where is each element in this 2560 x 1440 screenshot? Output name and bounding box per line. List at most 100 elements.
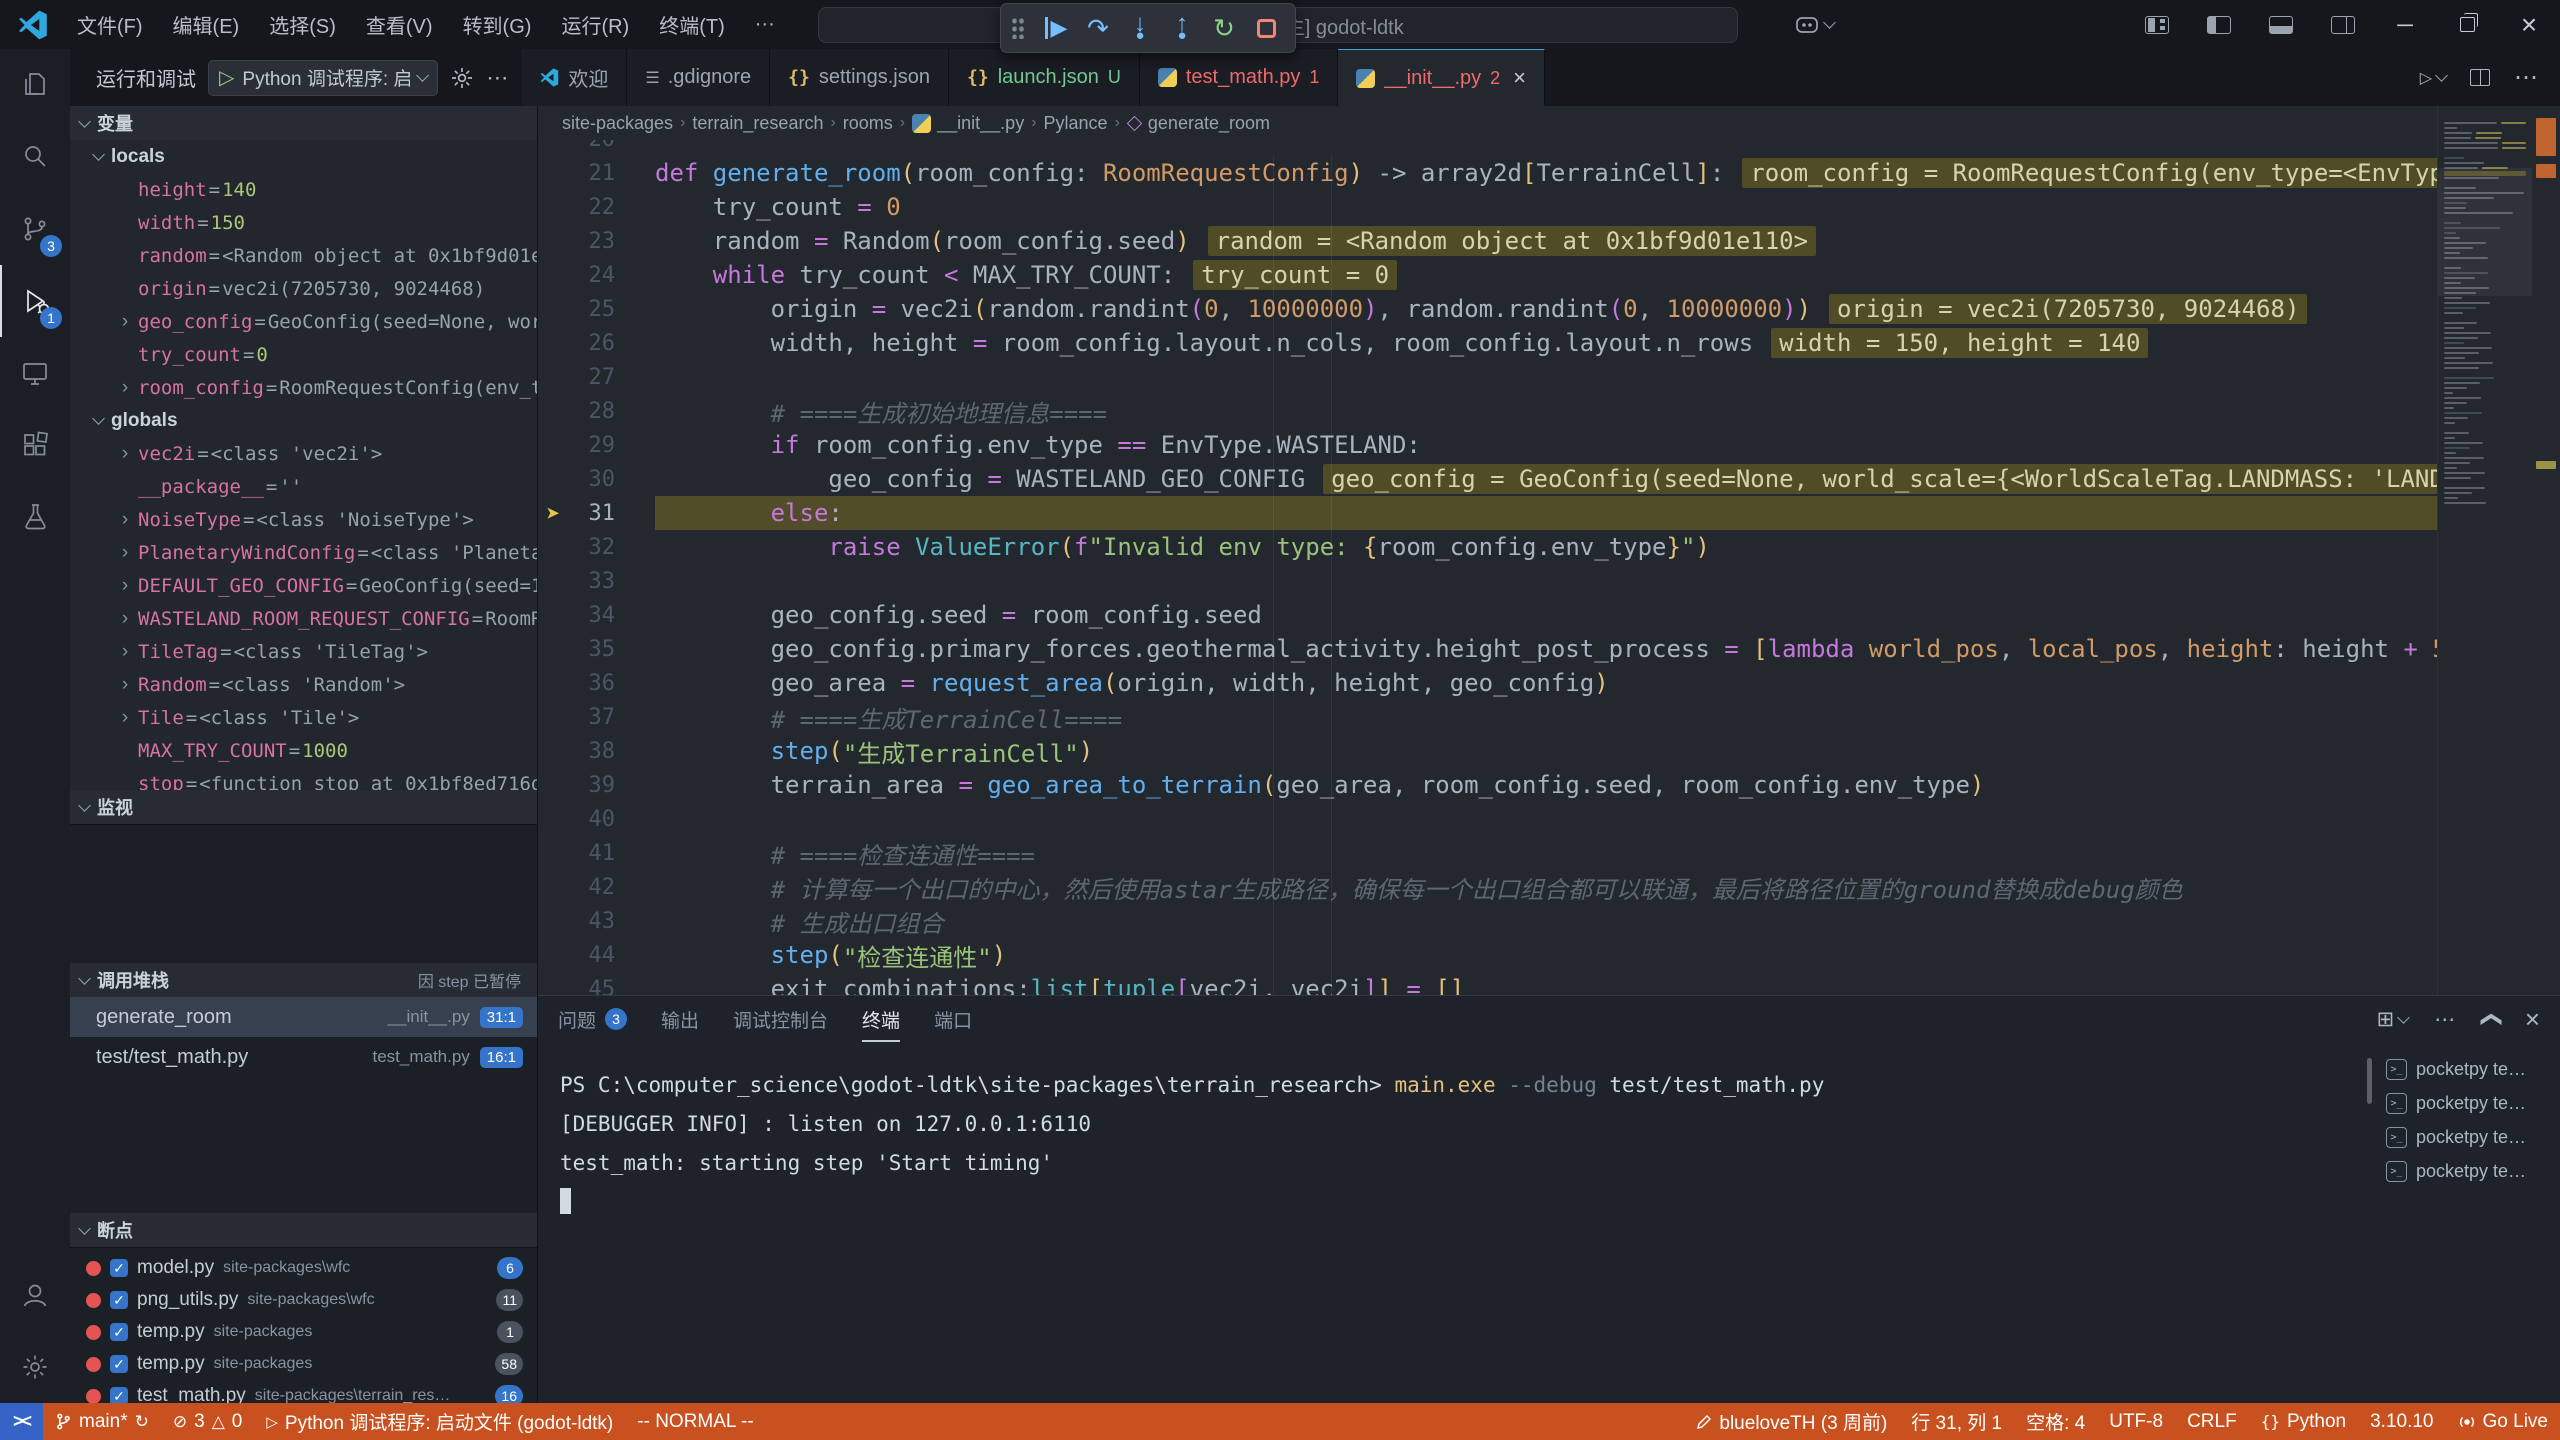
- code-line-37[interactable]: 37 # ====生成TerrainCell====: [538, 700, 2437, 734]
- split-editor-icon[interactable]: [2470, 69, 2490, 86]
- breadcrumb-item[interactable]: site-packages: [562, 113, 673, 134]
- minimize-button[interactable]: ─: [2374, 0, 2436, 49]
- variable-row[interactable]: ›DEFAULT_GEO_CONFIG = GeoConfig(seed=1…: [70, 569, 537, 602]
- code-line-41[interactable]: 41 # ====检查连通性====: [538, 836, 2437, 870]
- terminal-session-item[interactable]: >_pocketpy te…: [2378, 1052, 2554, 1086]
- panel-tab-问题[interactable]: 问题3: [558, 996, 627, 1042]
- variables-section-header[interactable]: 变量: [70, 106, 537, 140]
- tab-launch.json[interactable]: {}launch.jsonU: [949, 49, 1140, 106]
- code-line-45[interactable]: 45 exit_combinations:list[tuple[vec2i, v…: [538, 972, 2437, 995]
- variable-row[interactable]: random = <Random object at 0x1bf9d01e…: [70, 239, 537, 272]
- chevron-right-icon[interactable]: ›: [112, 641, 138, 663]
- statusbar-problems[interactable]: ⊘3△0: [161, 1403, 254, 1440]
- activity-item-account[interactable]: [0, 1259, 70, 1331]
- menu-item[interactable]: 编辑(E): [158, 0, 255, 49]
- terminal-session-item[interactable]: >_pocketpy te…: [2378, 1086, 2554, 1120]
- close-panel-icon[interactable]: ×: [2525, 1004, 2540, 1035]
- tab-test_math.py[interactable]: test_math.py1: [1140, 49, 1339, 106]
- variable-row[interactable]: height = 140: [70, 173, 537, 206]
- tab-settings.json[interactable]: {}settings.json: [770, 49, 949, 106]
- menu-item[interactable]: 转到(G): [448, 0, 547, 49]
- statusbar-encoding[interactable]: UTF-8: [2097, 1403, 2175, 1440]
- maximize-panel-icon[interactable]: ❯: [2478, 1010, 2503, 1028]
- code-line-26[interactable]: 26 width, height = room_config.layout.n_…: [538, 326, 2437, 360]
- panel-tab-终端[interactable]: 终端: [862, 996, 900, 1042]
- menu-item[interactable]: 查看(V): [351, 0, 448, 49]
- activity-item-extensions[interactable]: [0, 409, 70, 481]
- menu-item[interactable]: 文件(F): [62, 0, 158, 49]
- code-line-40[interactable]: 40: [538, 802, 2437, 836]
- toggle-secondary-sidebar-icon[interactable]: [2331, 16, 2355, 34]
- variable-row[interactable]: ›TileTag = <class 'TileTag'>: [70, 635, 537, 668]
- variable-row[interactable]: try_count = 0: [70, 338, 537, 371]
- statusbar-git-branch[interactable]: main*↻: [43, 1403, 161, 1440]
- code-line-22[interactable]: 22 try_count = 0: [538, 190, 2437, 224]
- statusbar-vim-mode[interactable]: -- NORMAL --: [625, 1403, 765, 1440]
- breadcrumb[interactable]: site-packages›terrain_research›rooms› __…: [538, 106, 2560, 140]
- code-line-39[interactable]: 39 terrain_area = geo_area_to_terrain(ge…: [538, 768, 2437, 802]
- code-line-33[interactable]: 33: [538, 564, 2437, 598]
- activity-item-run-and-debug[interactable]: 1: [0, 265, 70, 337]
- toggle-panel-icon[interactable]: [2269, 16, 2293, 34]
- variable-row[interactable]: ›PlanetaryWindConfig = <class 'Planeta…: [70, 536, 537, 569]
- stop-button[interactable]: [1247, 9, 1285, 47]
- code-line-28[interactable]: 28 # ====生成初始地理信息====: [538, 394, 2437, 428]
- panel-tab-调试控制台[interactable]: 调试控制台: [733, 996, 828, 1042]
- tab-.gdignore[interactable]: ☰.gdignore: [627, 49, 770, 106]
- activity-item-search[interactable]: [0, 121, 70, 193]
- breakpoint-row[interactable]: ✓png_utils.pysite-packages\wfc11: [70, 1284, 537, 1316]
- code-line-44[interactable]: 44 step("检查连通性"): [538, 938, 2437, 972]
- editor-more-actions-icon[interactable]: ⋯: [2514, 63, 2538, 92]
- breakpoint-checkbox[interactable]: ✓: [110, 1323, 128, 1341]
- activity-item-remote-explorer[interactable]: [0, 337, 70, 409]
- breakpoint-checkbox[interactable]: ✓: [110, 1291, 128, 1309]
- chevron-right-icon[interactable]: ›: [112, 575, 138, 597]
- stack-frame[interactable]: test/test_math.pytest_math.py16:1: [70, 1037, 537, 1077]
- statusbar-go-live[interactable]: Go Live: [2446, 1403, 2560, 1440]
- step-out-button[interactable]: ↑●: [1163, 9, 1201, 47]
- breakpoint-row[interactable]: ✓test_math.pysite-packages\terrain_res…1…: [70, 1380, 537, 1403]
- start-debug-icon[interactable]: ▷: [219, 65, 234, 90]
- breakpoint-row[interactable]: ✓temp.pysite-packages1: [70, 1316, 537, 1348]
- statusbar-indentation[interactable]: 空格: 4: [2014, 1403, 2097, 1440]
- menu-item[interactable]: 选择(S): [254, 0, 351, 49]
- variable-row[interactable]: ›WASTELAND_ROOM_REQUEST_CONFIG = RoomR…: [70, 602, 537, 635]
- menu-item[interactable]: ···: [740, 0, 790, 49]
- statusbar-eol[interactable]: CRLF: [2175, 1403, 2249, 1440]
- restart-button[interactable]: ↻: [1205, 9, 1243, 47]
- run-python-file-button[interactable]: ▷: [2420, 68, 2446, 88]
- code-line-32[interactable]: 32 raise ValueError(f"Invalid env type: …: [538, 530, 2437, 564]
- code-line-43[interactable]: 43 # 生成出口组合: [538, 904, 2437, 938]
- tab-__init__.py[interactable]: __init__.py2×: [1338, 49, 1545, 106]
- panel-more-actions-icon[interactable]: ⋯: [2434, 1007, 2455, 1032]
- menu-item[interactable]: 运行(R): [546, 0, 644, 49]
- code-line-23[interactable]: 23 random = Random(room_config.seed)rand…: [538, 224, 2437, 258]
- variable-row[interactable]: __package__ = '': [70, 470, 537, 503]
- close-button[interactable]: ×: [2498, 0, 2560, 49]
- variable-row[interactable]: ›Random = <class 'Random'>: [70, 668, 537, 701]
- continue-button[interactable]: ▶: [1037, 9, 1075, 47]
- copilot-icon[interactable]: [1795, 15, 1834, 35]
- breakpoints-section-header[interactable]: 断点: [70, 1213, 537, 1247]
- code-line-25[interactable]: 25 origin = vec2i(random.randint(0, 1000…: [538, 292, 2437, 326]
- variable-row[interactable]: ›NoiseType = <class 'NoiseType'>: [70, 503, 537, 536]
- panel-tab-输出[interactable]: 输出: [661, 996, 699, 1042]
- tab-[interactable]: 欢迎: [522, 49, 627, 106]
- more-actions-icon[interactable]: ⋯: [486, 65, 508, 91]
- variable-row[interactable]: stop = <function stop at 0x1bf8ed716d…: [70, 767, 537, 790]
- code-editor[interactable]: 2021def generate_room(room_config: RoomR…: [538, 106, 2560, 995]
- code-line-21[interactable]: 21def generate_room(room_config: RoomReq…: [538, 156, 2437, 190]
- breakpoint-checkbox[interactable]: ✓: [110, 1387, 128, 1403]
- terminal-scrollbar[interactable]: [2367, 1058, 2372, 1104]
- chevron-right-icon[interactable]: ›: [112, 542, 138, 564]
- breadcrumb-item[interactable]: Pylance: [1044, 113, 1108, 134]
- chevron-right-icon[interactable]: ›: [112, 509, 138, 531]
- step-over-button[interactable]: ↷: [1079, 9, 1117, 47]
- variables-scope-locals[interactable]: locals: [70, 140, 537, 173]
- close-tab-icon[interactable]: ×: [1513, 65, 1526, 91]
- code-line-24[interactable]: 24 while try_count < MAX_TRY_COUNT:try_c…: [538, 258, 2437, 292]
- restore-button[interactable]: [2436, 0, 2498, 49]
- customize-layout-icon[interactable]: [2145, 16, 2169, 34]
- terminal-output[interactable]: PS C:\computer_science\godot-ldtk\site-p…: [560, 1066, 2360, 1397]
- code-line-30[interactable]: 30 geo_config = WASTELAND_GEO_CONFIGgeo_…: [538, 462, 2437, 496]
